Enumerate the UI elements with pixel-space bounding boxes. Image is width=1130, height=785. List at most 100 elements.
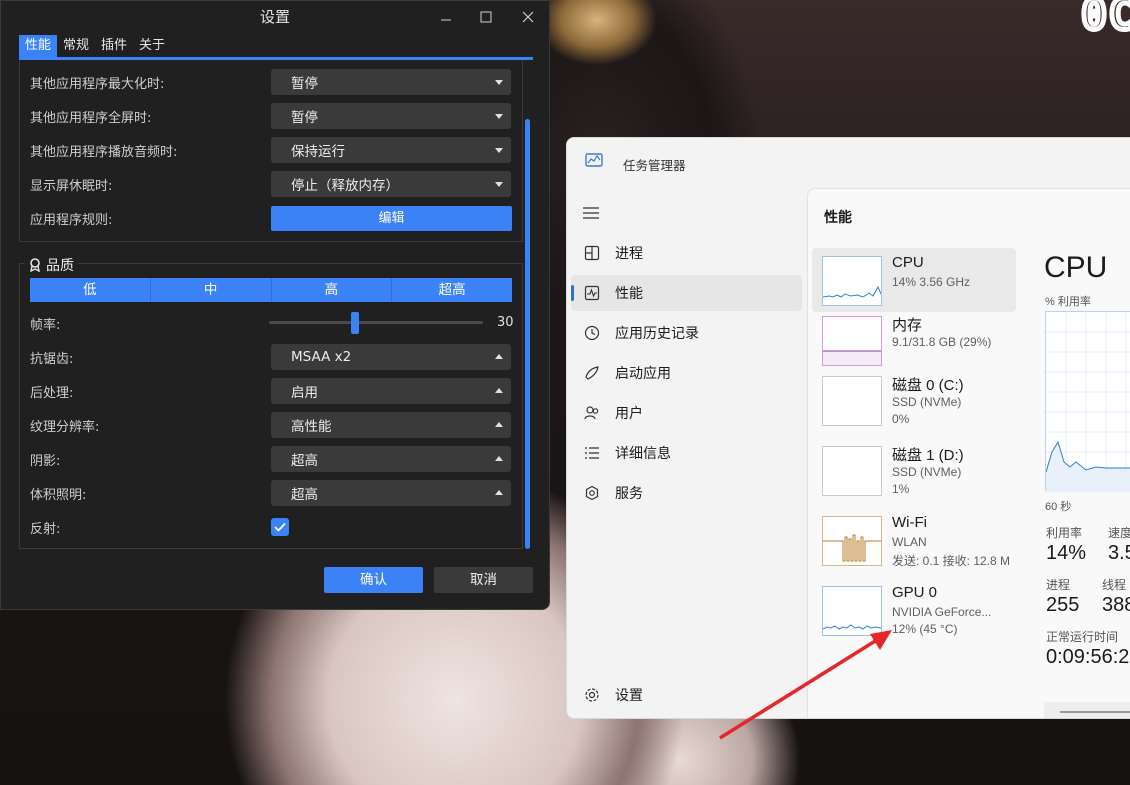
- minimize-button[interactable]: [426, 1, 466, 33]
- close-icon: [522, 11, 534, 23]
- speed-value: 3.5: [1108, 542, 1130, 564]
- reflection-checkbox[interactable]: [271, 518, 289, 536]
- cpu-usage-graph: [1045, 311, 1130, 492]
- maximize-button[interactable]: [466, 1, 506, 33]
- perf-item-disk0[interactable]: 磁盘 0 (C:) SSD (NVMe) 0%: [812, 368, 1016, 432]
- row-label: 后处理:: [30, 385, 74, 401]
- util-axis-label: % 利用率: [1045, 296, 1091, 308]
- chevron-down-icon: [495, 182, 503, 187]
- row-label: 其他应用程序最大化时:: [30, 76, 165, 92]
- uptime-value: 0:09:56:2: [1046, 646, 1130, 668]
- row-label: 体积照明:: [30, 487, 87, 503]
- tab-about[interactable]: 关于: [133, 35, 171, 57]
- chevron-down-icon: [495, 148, 503, 153]
- disk1-sparkline: [822, 446, 882, 496]
- nav-services[interactable]: 服务: [567, 475, 807, 511]
- time-axis-label: 60 秒: [1045, 501, 1072, 513]
- perf-item-wifi[interactable]: Wi-Fi WLAN 发送: 0.1 接收: 12.8 M: [812, 508, 1016, 572]
- speed-label: 速度: [1108, 526, 1130, 540]
- row-label: 其他应用程序播放音频时:: [30, 144, 178, 160]
- perf-item-disk1[interactable]: 磁盘 1 (D:) SSD (NVMe) 1%: [812, 438, 1016, 502]
- threads-label: 线程: [1102, 578, 1127, 592]
- quality-presets: 低 中 高 超高: [30, 278, 512, 302]
- checkmark-icon: [274, 522, 286, 532]
- performance-icon: [583, 284, 601, 302]
- row-label: 反射:: [30, 521, 61, 537]
- quality-panel: [19, 263, 523, 549]
- antialias-dropdown[interactable]: MSAA x2: [271, 344, 511, 370]
- utilization-label: 利用率: [1046, 526, 1083, 540]
- processes-icon: [583, 244, 601, 262]
- row-label: 帧率:: [30, 317, 61, 333]
- processes-label: 进程: [1046, 578, 1071, 592]
- framerate-value: 30: [497, 315, 514, 330]
- app-history-icon: [583, 324, 601, 342]
- services-icon: [583, 484, 601, 502]
- perf-item-memory[interactable]: 内存 9.1/31.8 GB (29%): [812, 308, 1016, 372]
- details-icon: [583, 444, 601, 462]
- users-icon: [583, 404, 601, 422]
- detail-title: CPU: [1044, 251, 1108, 284]
- volumetric-dropdown[interactable]: 超高: [271, 480, 511, 506]
- chevron-down-icon: [495, 114, 503, 119]
- perf-item-cpu[interactable]: CPU 14% 3.56 GHz: [812, 248, 1016, 312]
- chevron-up-icon: [495, 456, 503, 461]
- preset-high[interactable]: 高: [272, 278, 393, 302]
- nav-details[interactable]: 详细信息: [567, 435, 807, 471]
- quality-section-title: 品质: [25, 255, 78, 275]
- nav-app-history[interactable]: 应用历史记录: [567, 315, 807, 351]
- desktop-clock: 0C: [1079, 0, 1130, 42]
- postprocess-dropdown[interactable]: 启用: [271, 378, 511, 404]
- task-manager-window: 任务管理器 进程 性能 应用历史记录 启动应用 用户 详细信息 服务 设置 性能: [566, 137, 1130, 719]
- gpu-sparkline: [822, 586, 882, 636]
- framerate-slider-track[interactable]: [269, 321, 483, 324]
- chevron-up-icon: [495, 388, 503, 393]
- close-button[interactable]: [508, 1, 548, 33]
- preset-low[interactable]: 低: [30, 278, 151, 302]
- sleep-dropdown[interactable]: 停止（释放内存）: [271, 171, 511, 197]
- settings-scrollbar[interactable]: [525, 119, 530, 549]
- preset-ultra[interactable]: 超高: [392, 278, 512, 302]
- bottom-scrollbar[interactable]: [1044, 702, 1130, 718]
- row-label: 抗锯齿:: [30, 351, 74, 367]
- chevron-up-icon: [495, 354, 503, 359]
- edit-rules-button[interactable]: 编辑: [271, 206, 512, 231]
- tab-performance[interactable]: 性能: [19, 35, 58, 57]
- startup-icon: [583, 364, 601, 382]
- framerate-slider-thumb[interactable]: [351, 312, 359, 334]
- fullscreen-dropdown[interactable]: 暂停: [271, 103, 511, 129]
- audio-dropdown[interactable]: 保持运行: [271, 137, 511, 163]
- maximize-icon: [480, 11, 492, 23]
- hamburger-menu-button[interactable]: [583, 206, 599, 224]
- chevron-up-icon: [495, 422, 503, 427]
- tab-general[interactable]: 常规: [57, 35, 95, 57]
- chevron-up-icon: [495, 490, 503, 495]
- nav-processes[interactable]: 进程: [567, 235, 807, 271]
- row-label: 阴影:: [30, 453, 61, 469]
- task-manager-logo-icon: [585, 153, 603, 167]
- nav-startup[interactable]: 启动应用: [567, 355, 807, 391]
- memory-sparkline: [822, 316, 882, 366]
- preset-medium[interactable]: 中: [151, 278, 272, 302]
- nav-users[interactable]: 用户: [567, 395, 807, 431]
- task-manager-title: 任务管理器: [623, 159, 686, 173]
- tab-plugins[interactable]: 插件: [95, 35, 133, 57]
- settings-window: 设置 性能 常规 插件 关于 其他应用程序最大化时: 暂停 其他应用程序全屏时:…: [0, 0, 550, 610]
- active-indicator: [571, 285, 574, 301]
- settings-tabs: 性能 常规 插件 关于: [19, 35, 171, 59]
- performance-content: 性能 CPU 14% 3.56 GHz 内存 9.1/31.8 GB (29%)…: [807, 188, 1130, 718]
- nav-settings[interactable]: 设置: [567, 677, 807, 713]
- texture-dropdown[interactable]: 高性能: [271, 412, 511, 438]
- wifi-sparkline: [822, 516, 882, 566]
- threads-value: 388: [1102, 594, 1130, 616]
- cancel-button[interactable]: 取消: [434, 567, 533, 593]
- nav-performance[interactable]: 性能: [571, 275, 802, 311]
- perf-item-gpu[interactable]: GPU 0 NVIDIA GeForce... 12% (45 °C): [812, 578, 1016, 642]
- disk0-sparkline: [822, 376, 882, 426]
- shadow-dropdown[interactable]: 超高: [271, 446, 511, 472]
- gear-icon: [583, 686, 601, 704]
- maximized-dropdown[interactable]: 暂停: [271, 69, 511, 95]
- confirm-button[interactable]: 确认: [324, 567, 423, 593]
- row-label: 其他应用程序全屏时:: [30, 110, 152, 126]
- cpu-sparkline: [822, 256, 882, 306]
